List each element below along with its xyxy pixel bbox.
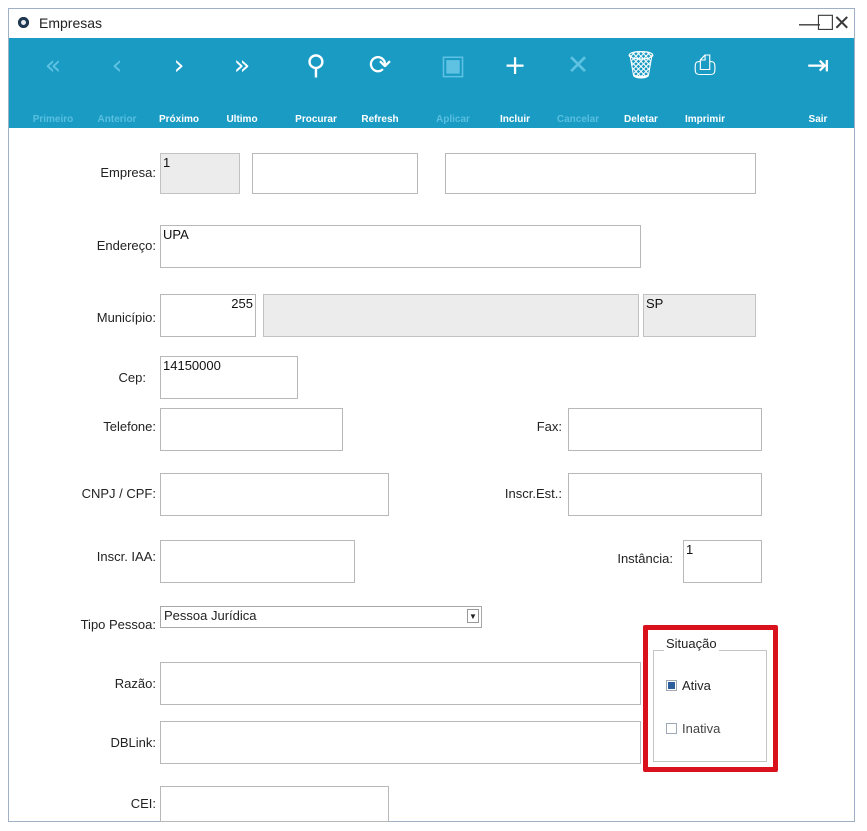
inscr-iaa-label: Inscr. IAA:: [96, 549, 156, 564]
telefone-field[interactable]: [160, 408, 343, 451]
previous-record-button[interactable]: ‹ Anterior: [87, 38, 147, 128]
endereco-field[interactable]: UPA: [160, 225, 641, 268]
situacao-highlight-box: [643, 625, 778, 772]
add-button[interactable]: + Incluir: [485, 38, 545, 128]
cei-label: CEI:: [130, 796, 156, 811]
last-record-button[interactable]: » Ultimo: [212, 38, 272, 128]
cancel-label: Cancelar: [556, 114, 600, 125]
trash-icon: 🗑: [623, 50, 659, 81]
chevron-right-icon: ›: [173, 50, 185, 81]
razao-label: Razão:: [114, 676, 156, 691]
apply-button[interactable]: ▣ Aplicar: [423, 38, 483, 128]
print-label: Imprimir: [684, 114, 725, 125]
uf-field[interactable]: SP: [643, 294, 756, 337]
double-chevron-right-icon: »: [233, 50, 251, 81]
window-controls: —☐✕: [799, 11, 851, 36]
inscr-est-label: Inscr.Est.:: [504, 486, 562, 501]
dblink-label: DBLink:: [110, 735, 156, 750]
close-icon: ✕: [566, 50, 590, 81]
dropdown-arrow-icon[interactable]: ▼: [467, 609, 479, 623]
empresa-label: Empresa:: [100, 165, 156, 180]
double-chevron-left-icon: «: [44, 50, 62, 81]
fax-field[interactable]: [568, 408, 762, 451]
title-bar: Empresas —☐✕: [9, 9, 854, 38]
toolbar: « Primeiro ‹ Anterior › Próximo » Ultimo…: [9, 38, 854, 128]
exit-button[interactable]: ⇥ Sair: [788, 38, 848, 128]
empresa-extra-field[interactable]: [445, 153, 756, 194]
exit-icon: ⇥: [806, 50, 830, 81]
tipo-pessoa-select[interactable]: Pessoa Jurídica ▼: [160, 606, 482, 628]
chevron-left-icon: ‹: [111, 50, 123, 81]
printer-icon: ⎙: [694, 50, 716, 81]
delete-label: Deletar: [624, 114, 658, 125]
tipo-pessoa-value: Pessoa Jurídica: [164, 608, 257, 623]
last-record-label: Ultimo: [226, 114, 258, 125]
next-record-label: Próximo: [158, 114, 199, 125]
search-label: Procurar: [295, 114, 337, 125]
tipo-pessoa-label: Tipo Pessoa:: [80, 617, 156, 632]
empresa-name-field[interactable]: [252, 153, 418, 194]
refresh-button[interactable]: ⟳ Refresh: [350, 38, 410, 128]
cancel-button[interactable]: ✕ Cancelar: [548, 38, 608, 128]
window-title: Empresas: [39, 15, 103, 31]
minimize-button[interactable]: —: [799, 12, 820, 36]
cnpj-label: CNPJ / CPF:: [81, 486, 156, 501]
close-button[interactable]: ✕: [833, 11, 851, 36]
app-icon: [18, 17, 29, 28]
search-button[interactable]: ⚲ Procurar: [286, 38, 346, 128]
search-icon: ⚲: [306, 50, 326, 81]
empresa-code-field[interactable]: 1: [160, 153, 240, 194]
inscr-iaa-field[interactable]: [160, 540, 355, 583]
refresh-label: Refresh: [361, 114, 399, 125]
endereco-label: Endereço:: [96, 238, 156, 253]
add-label: Incluir: [499, 114, 530, 125]
first-record-label: Primeiro: [32, 114, 74, 125]
plus-icon: +: [503, 50, 527, 81]
municipio-name-field[interactable]: [263, 294, 639, 337]
previous-record-label: Anterior: [97, 114, 137, 125]
instancia-label: Instância:: [617, 551, 673, 566]
maximize-button[interactable]: ☐: [816, 11, 835, 36]
delete-button[interactable]: 🗑 Deletar: [611, 38, 671, 128]
refresh-icon: ⟳: [368, 50, 392, 81]
next-record-button[interactable]: › Próximo: [149, 38, 209, 128]
first-record-button[interactable]: « Primeiro: [23, 38, 83, 128]
exit-label: Sair: [808, 114, 828, 125]
print-button[interactable]: ⎙ Imprimir: [675, 38, 735, 128]
fax-label: Fax:: [536, 419, 562, 434]
dblink-field[interactable]: [160, 721, 641, 764]
save-icon: ▣: [440, 50, 466, 81]
inscr-est-field[interactable]: [568, 473, 762, 516]
cei-field[interactable]: [160, 786, 389, 822]
municipio-code-field[interactable]: 255: [160, 294, 256, 337]
telefone-label: Telefone:: [103, 419, 156, 434]
municipio-label: Município:: [96, 310, 156, 325]
cnpj-field[interactable]: [160, 473, 389, 516]
apply-label: Aplicar: [436, 114, 470, 125]
instancia-field[interactable]: 1: [683, 540, 762, 583]
cep-field[interactable]: 14150000: [160, 356, 298, 399]
cep-label: Cep:: [118, 370, 146, 385]
razao-field[interactable]: [160, 662, 641, 705]
